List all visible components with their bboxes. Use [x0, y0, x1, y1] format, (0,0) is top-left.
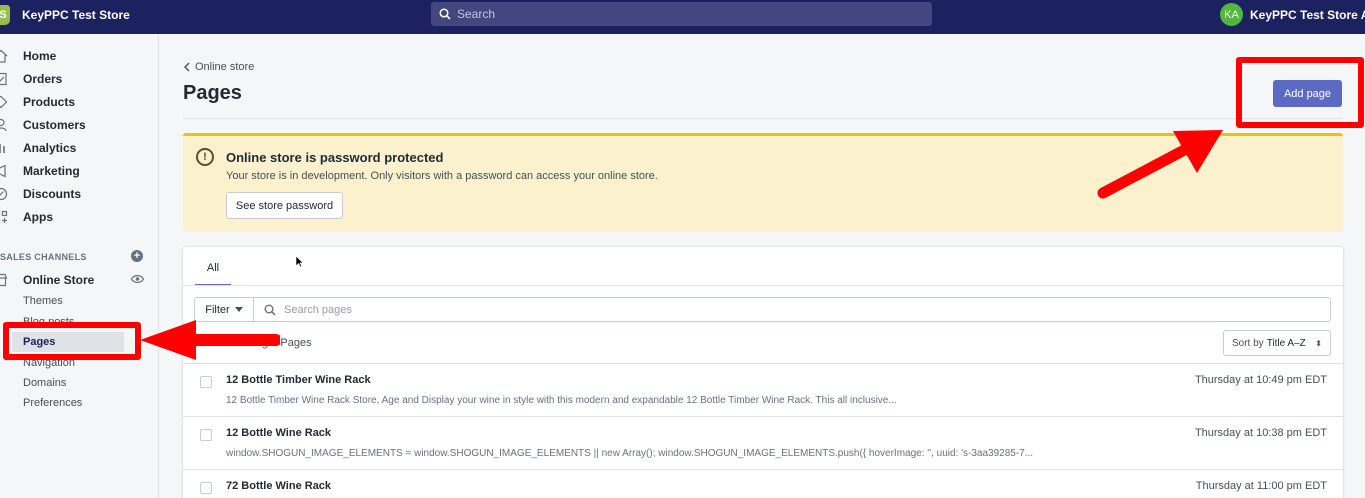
sidebar-item-label: Products — [23, 95, 76, 109]
row-checkbox[interactable] — [200, 376, 212, 388]
title-divider — [183, 118, 1343, 119]
pages-card: All Filter Search pages Showing 7 Pages … — [183, 247, 1343, 498]
sales-channels-header: SALES CHANNELS — [0, 252, 87, 262]
search-pages-input[interactable]: Search pages — [253, 297, 1331, 322]
megaphone-icon — [0, 164, 6, 178]
home-icon — [0, 49, 8, 63]
global-search-input[interactable]: Search — [431, 2, 932, 26]
sidebar-item-label: Home — [23, 49, 57, 63]
tab-all[interactable]: All — [195, 261, 231, 286]
caret-down-icon — [234, 307, 243, 312]
shopify-logo-icon[interactable]: S — [0, 5, 10, 25]
row-date: Thursday at 11:00 pm EDT — [1195, 480, 1327, 492]
row-title[interactable]: 12 Bottle Wine Rack — [226, 427, 331, 439]
mouse-cursor-icon — [295, 255, 304, 268]
sidebar-item-label: Marketing — [23, 164, 80, 178]
breadcrumb-label: Online store — [195, 61, 255, 73]
sidebar: Home Orders Products Customers Analytics… — [0, 34, 159, 498]
sort-prefix: Sort by — [1232, 337, 1264, 349]
sidebar-sub-domains[interactable]: Domains — [23, 377, 66, 389]
sidebar-sub-preferences[interactable]: Preferences — [23, 397, 82, 409]
sidebar-sub-themes[interactable]: Themes — [23, 295, 63, 307]
search-placeholder: Search — [457, 7, 496, 21]
row-description: window.SHOGUN_IMAGE_ELEMENTS = window.SH… — [226, 448, 1034, 459]
row-title[interactable]: 12 Bottle Timber Wine Rack — [226, 374, 371, 386]
add-page-highlight-box — [1236, 57, 1364, 128]
row-title[interactable]: 72 Bottle Wine Rack — [226, 480, 331, 492]
row-date: Thursday at 10:49 pm EDT — [1194, 374, 1327, 386]
search-pages-placeholder: Search pages — [284, 303, 352, 316]
orders-icon — [0, 72, 7, 86]
banner-text: Your store is in development. Only visit… — [226, 170, 658, 182]
tabs-divider — [183, 285, 1343, 286]
sidebar-item-label: Online Store — [23, 273, 95, 287]
apps-icon — [0, 210, 8, 224]
search-icon — [264, 304, 276, 316]
chevron-left-icon — [184, 62, 190, 72]
person-icon — [0, 118, 7, 132]
top-bar: S KeyPPC Test Store Search KA KeyPPC Tes… — [0, 0, 1365, 34]
tag-icon — [0, 95, 8, 109]
banner-title: Online store is password protected — [226, 150, 444, 165]
sidebar-item-label: Discounts — [23, 187, 82, 201]
pages-highlight-box — [3, 322, 141, 360]
bar-chart-icon — [0, 144, 5, 153]
row-description: 12 Bottle Timber Wine Rack Store, Age an… — [226, 395, 897, 406]
breadcrumb[interactable]: Online store — [183, 61, 254, 73]
red-arrow-to-add-page-icon — [1097, 130, 1223, 199]
sidebar-item-label: Customers — [23, 118, 86, 132]
filter-label: Filter — [205, 303, 230, 316]
updown-caret-icon: ⬍ — [1315, 338, 1322, 348]
sort-select[interactable]: Sort by Title A–Z ⬍ — [1223, 330, 1331, 356]
store-name[interactable]: KeyPPC Test Store — [22, 8, 130, 22]
table-row[interactable]: 72 Bottle Wine Rack Thursday at 11:00 pm… — [183, 469, 1343, 498]
table-row[interactable]: 12 Bottle Wine Rack window.SHOGUN_IMAGE_… — [183, 416, 1343, 469]
sidebar-item-label: Orders — [23, 72, 63, 86]
red-arrow-to-pages-icon — [140, 320, 280, 360]
row-date: Thursday at 10:38 pm EDT — [1194, 427, 1327, 439]
search-icon — [439, 8, 451, 20]
see-store-password-button[interactable]: See store password — [226, 192, 343, 219]
sort-value: Title A–Z — [1266, 337, 1306, 349]
table-row[interactable]: 12 Bottle Timber Wine Rack 12 Bottle Tim… — [183, 363, 1343, 416]
warning-icon: ! — [196, 148, 214, 166]
discount-icon — [0, 187, 8, 201]
row-checkbox[interactable] — [200, 482, 212, 494]
user-name[interactable]: KeyPPC Test Store Ad... — [1250, 8, 1365, 22]
add-channel-icon[interactable]: + — [131, 250, 143, 262]
row-checkbox[interactable] — [200, 429, 212, 441]
sidebar-item-label: Analytics — [23, 141, 77, 155]
page-title: Pages — [183, 82, 242, 104]
store-icon — [0, 273, 8, 287]
eye-icon[interactable] — [131, 274, 144, 284]
avatar[interactable]: KA — [1220, 3, 1243, 26]
sidebar-item-label: Apps — [23, 210, 53, 224]
